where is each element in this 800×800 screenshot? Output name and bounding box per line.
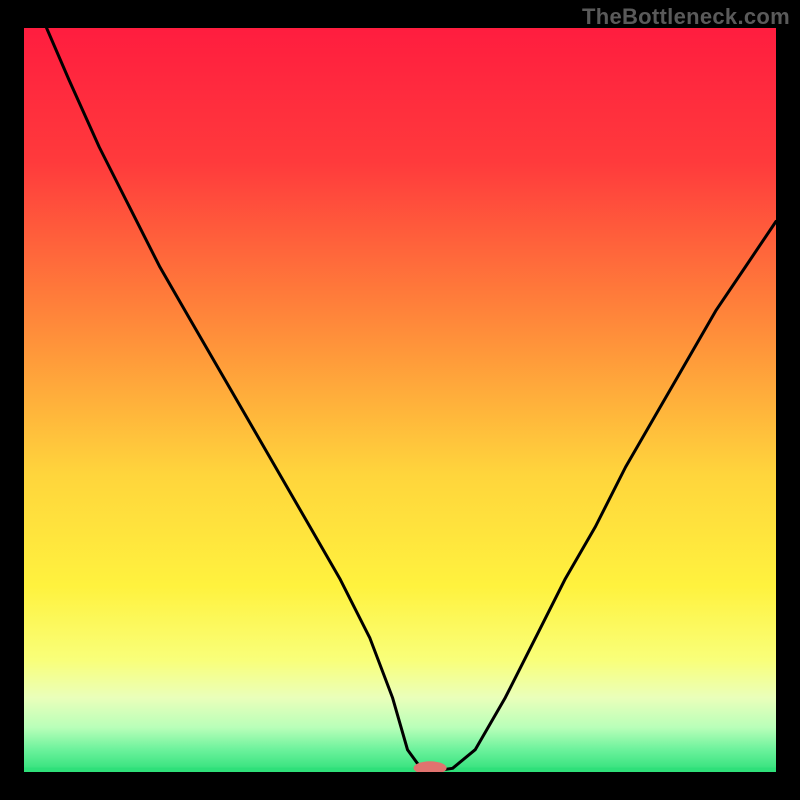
attribution-text: TheBottleneck.com	[582, 4, 790, 30]
chart-svg	[24, 28, 776, 772]
plot-area	[24, 28, 776, 772]
chart-frame: TheBottleneck.com	[0, 0, 800, 800]
